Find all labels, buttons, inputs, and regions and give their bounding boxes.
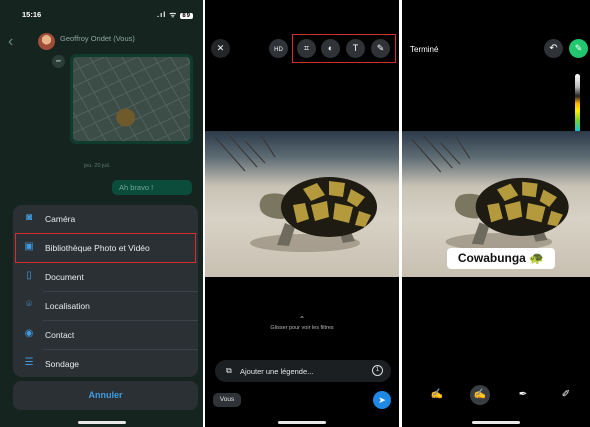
contact-icon: ◉ bbox=[24, 328, 34, 339]
caption-input[interactable]: ⧉ Ajouter une légende... 1 bbox=[215, 360, 391, 382]
highlight-tools bbox=[292, 34, 396, 63]
deck-chairs bbox=[214, 132, 276, 172]
message-photo bbox=[73, 57, 190, 141]
brush-marker[interactable]: ✒ bbox=[513, 385, 533, 405]
battery-icon: 89 bbox=[180, 13, 193, 19]
photo-editor-screen: ✕ HD ⌗ ◐ T ✎ ⌃ Glisser pour voir les fil… bbox=[205, 0, 399, 427]
menu-item-contact[interactable]: ◉ Contact bbox=[13, 321, 198, 349]
menu-item-document[interactable]: ▯ Document bbox=[13, 263, 198, 291]
drawing-screen: Terminé ↶ ✎ Cowabunga 🐢 ✍ ✍ ✒ ✐ bbox=[402, 0, 590, 427]
sticker-add-icon[interactable]: ⧉ bbox=[226, 366, 232, 376]
contact-name[interactable]: Geoffroy Ondet (Vous) bbox=[60, 34, 135, 43]
camera-icon: ◙ bbox=[25, 212, 33, 223]
forward-icon[interactable]: ➦ bbox=[52, 55, 65, 68]
home-indicator bbox=[278, 421, 326, 424]
status-time: 15:16 bbox=[22, 10, 42, 19]
back-chevron-icon[interactable]: ‹ bbox=[8, 33, 13, 51]
outgoing-message[interactable]: Ah bravo ! bbox=[112, 180, 192, 195]
send-button[interactable]: ➤ bbox=[373, 391, 391, 409]
close-button[interactable]: ✕ bbox=[211, 39, 230, 58]
pen-icon: ✎ bbox=[574, 43, 583, 53]
menu-item-label: Sondage bbox=[45, 359, 80, 369]
chevron-up-icon: ⌃ bbox=[298, 315, 306, 324]
done-button[interactable]: Terminé bbox=[410, 45, 438, 54]
send-icon: ➤ bbox=[378, 395, 386, 405]
signal-wifi-icons: .ıl ᯤ 89 bbox=[157, 10, 193, 20]
date-label: jeu. 20 juil. bbox=[84, 163, 111, 169]
menu-item-poll[interactable]: ☰ Sondage bbox=[13, 350, 198, 378]
caption-placeholder: Ajouter une légende... bbox=[240, 367, 314, 376]
highlighter-icon: ✐ bbox=[561, 389, 571, 400]
brush-pen-selected[interactable]: ✍ bbox=[470, 385, 490, 405]
attach-sheet: ◙ Caméra ▣ Bibliothèque Photo et Vidéo ▯… bbox=[13, 205, 198, 377]
highlight-photo-library bbox=[15, 233, 196, 263]
menu-item-label: Caméra bbox=[45, 214, 76, 224]
turtle-illustration bbox=[214, 132, 377, 252]
location-icon: ⌾ bbox=[26, 299, 32, 310]
menu-item-location[interactable]: ⌾ Localisation bbox=[13, 292, 198, 320]
close-icon: ✕ bbox=[216, 43, 225, 53]
brush-pen-thin[interactable]: ✍ bbox=[427, 385, 447, 405]
image-message[interactable] bbox=[70, 54, 193, 144]
recipient-chip[interactable]: Vous bbox=[213, 393, 241, 407]
signal-icon: .ıl ᯤ bbox=[157, 10, 178, 19]
swipe-hint: Glisser pour voir les filtres bbox=[270, 325, 334, 331]
hd-icon: HD bbox=[274, 47, 283, 53]
avatar[interactable] bbox=[38, 33, 55, 50]
marker-icon: ✒ bbox=[518, 389, 528, 400]
menu-item-label: Contact bbox=[45, 330, 75, 340]
pen-selected-icon: ✍ bbox=[473, 389, 487, 400]
menu-item-label: Localisation bbox=[45, 301, 90, 311]
pen-button[interactable]: ✎ bbox=[569, 39, 588, 58]
text-sticker[interactable]: Cowabunga 🐢 bbox=[447, 248, 555, 269]
deck-chairs bbox=[411, 134, 471, 173]
brush-highlighter[interactable]: ✐ bbox=[556, 385, 576, 405]
menu-item-label: Document bbox=[45, 272, 84, 282]
turtle-photo bbox=[205, 131, 399, 277]
pen-thin-icon: ✍ bbox=[430, 389, 444, 400]
home-indicator bbox=[78, 421, 126, 424]
attach-menu-screen: 15:16 .ıl ᯤ 89 ‹ Geoffroy Ondet (Vous) ➦… bbox=[0, 0, 203, 427]
home-indicator bbox=[472, 421, 520, 424]
undo-button[interactable]: ↶ bbox=[544, 39, 563, 58]
hd-button[interactable]: HD bbox=[269, 39, 288, 58]
undo-icon: ↶ bbox=[549, 43, 558, 54]
poll-icon: ☰ bbox=[24, 357, 34, 368]
cancel-button[interactable]: Annuler bbox=[13, 381, 198, 410]
view-once-icon[interactable]: 1 bbox=[372, 365, 383, 376]
status-bar: 15:16 .ıl ᯤ 89 bbox=[0, 8, 203, 22]
menu-item-camera[interactable]: ◙ Caméra bbox=[13, 205, 198, 233]
document-icon: ▯ bbox=[26, 270, 32, 281]
